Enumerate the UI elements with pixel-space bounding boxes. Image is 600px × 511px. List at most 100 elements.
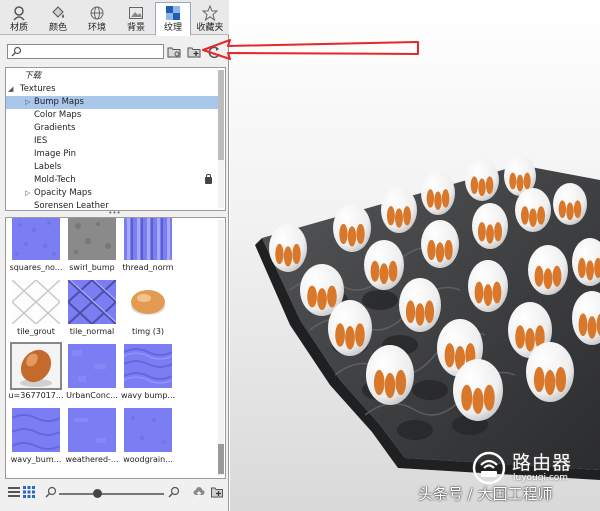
thumbnail-caption: timg (3) (131, 327, 165, 336)
texture-thumbnail (124, 408, 172, 452)
render-viewport[interactable] (230, 0, 600, 511)
egg-print-spot (435, 242, 445, 263)
egg-print-spot (395, 208, 403, 228)
thumbnail-item[interactable]: wavy bump... (120, 344, 176, 408)
tree-item-color-maps[interactable]: Color Maps (6, 109, 218, 122)
egg-print-spot (355, 323, 365, 347)
egg-print-spot (427, 239, 436, 261)
slider-knob[interactable] (93, 489, 102, 498)
egg-print-spot (441, 189, 450, 208)
egg-print-spot (444, 343, 455, 368)
tab-label: 收藏夹 (196, 23, 224, 33)
egg-print-spot (461, 384, 473, 411)
thumbnail-item[interactable]: thread_norm (120, 218, 176, 280)
egg-print-spot (395, 369, 407, 396)
thumbnail-item[interactable]: squares_no... (8, 218, 64, 280)
tree-item-opacity-maps[interactable]: ▷ Opacity Maps (6, 187, 218, 200)
tree-item-image-pin[interactable]: Image Pin (6, 148, 218, 161)
egg-print-spot (472, 387, 484, 414)
egg-print-spot (370, 260, 380, 282)
grid-scrollbar[interactable] (218, 220, 224, 476)
egg-print-spot (405, 300, 416, 324)
tab-backplate[interactable]: 背景 (118, 2, 154, 34)
egg-print-spot (335, 323, 345, 347)
egg-print-spot (523, 172, 531, 190)
add-folder-icon[interactable] (211, 486, 223, 498)
search-row (0, 36, 229, 64)
thumbnail-caption: tile_normal (69, 327, 115, 336)
tree-scroll-thumb[interactable] (218, 70, 224, 160)
egg-print-spot (525, 328, 535, 352)
thumbnail-caption: woodgrain... (123, 455, 173, 464)
tree-root-textures[interactable]: ◢ Textures (6, 83, 218, 96)
thumbnail-caption: weathered-... (65, 455, 119, 464)
egg-print-spot (474, 281, 484, 304)
egg-print-spot (533, 366, 545, 393)
texture-thumbnail (12, 408, 60, 452)
egg-print-spot (384, 372, 396, 399)
egg-print-spot (478, 178, 486, 197)
thumbnail-item[interactable]: swirl_bump (64, 218, 120, 280)
texture-thumbnail (68, 408, 116, 452)
egg-print-spot (426, 189, 435, 208)
egg-print-spot (386, 206, 395, 226)
tree-item-gradients[interactable]: Gradients (6, 122, 218, 135)
tree-scrollbar[interactable] (218, 70, 224, 208)
library-panel: 材质 颜色 环境 背景 纹理 收藏夹 下载 ◢ Textures ▷ Bump … (0, 0, 229, 511)
egg-print-spot (292, 243, 301, 265)
thumbnail-item[interactable]: woodgrain... (120, 408, 176, 472)
tab-textures[interactable]: 纹理 (155, 2, 191, 36)
thumbnail-item[interactable]: UrbanConc... (64, 344, 120, 408)
egg-print-spot (552, 265, 562, 287)
tree-item-ies[interactable]: IES (6, 135, 218, 148)
grid-view-icon[interactable] (23, 486, 35, 498)
tab-colors[interactable]: 颜色 (40, 2, 76, 34)
watermark-brand: 路由器 (512, 452, 573, 474)
thumbnail-caption: u=3677017... (8, 391, 64, 400)
egg-print-spot (578, 313, 588, 337)
thumbnail-size-slider[interactable] (59, 489, 164, 498)
search-input[interactable] (24, 45, 162, 58)
thumbnail-item[interactable]: wavy_bum... (8, 408, 64, 472)
tab-favorites[interactable]: 收藏夹 (192, 2, 228, 34)
library-tab-bar: 材质 颜色 环境 背景 纹理 收藏夹 (0, 0, 229, 36)
egg-print-spot (566, 202, 574, 221)
grid-scroll-thumb[interactable] (218, 444, 224, 474)
thumbnail-caption: wavy bump... (120, 391, 176, 400)
egg-print-spot (339, 223, 348, 245)
folder-tree: 下载 ◢ Textures ▷ Bump Maps Color Maps Gra… (5, 67, 226, 211)
egg-print-spot (327, 285, 337, 308)
zoom-in-icon[interactable] (168, 486, 180, 498)
thumbnail-item[interactable]: timg (3) (120, 280, 176, 344)
cloud-upload-icon[interactable] (193, 486, 205, 498)
egg-print-spot (283, 246, 293, 267)
thumbnail-item[interactable]: weathered-... (64, 408, 120, 472)
tab-environment[interactable]: 环境 (79, 2, 115, 34)
zoom-out-icon[interactable] (45, 486, 57, 498)
egg-print-spot (477, 222, 486, 242)
thumbnail-caption: thread_norm (122, 263, 174, 272)
star-icon (202, 5, 218, 21)
collapsed-arrow-icon[interactable]: ▷ (25, 96, 30, 109)
tree-item-labels[interactable]: Labels (6, 161, 218, 174)
egg-print-spot (403, 206, 412, 226)
tree-item-bump-maps[interactable]: ▷ Bump Maps (6, 96, 218, 109)
egg-print-spot (424, 300, 435, 324)
folder-icon[interactable] (167, 45, 182, 59)
thumbnail-caption: UrbanConc... (66, 391, 118, 400)
texture-thumbnail (12, 218, 60, 260)
tab-materials[interactable]: 材质 (1, 2, 37, 34)
texture-thumbnail (124, 218, 172, 260)
egg-print-spot (347, 226, 357, 247)
tree-header[interactable]: 下载 (6, 70, 218, 83)
expanded-arrow-icon[interactable]: ◢ (8, 83, 13, 96)
list-view-icon[interactable] (8, 486, 20, 498)
texture-icon (166, 6, 180, 20)
egg-print-spot (345, 326, 355, 350)
thumbnail-item[interactable]: tile_normal (64, 280, 120, 344)
collapsed-arrow-icon[interactable]: ▷ (25, 187, 30, 200)
thumbnail-item[interactable]: tile_grout (8, 280, 64, 344)
thumbnail-item[interactable]: u=3677017... (8, 342, 64, 408)
egg-print-spot (470, 176, 479, 195)
tree-item-mold-tech[interactable]: Mold-Tech (6, 174, 218, 187)
